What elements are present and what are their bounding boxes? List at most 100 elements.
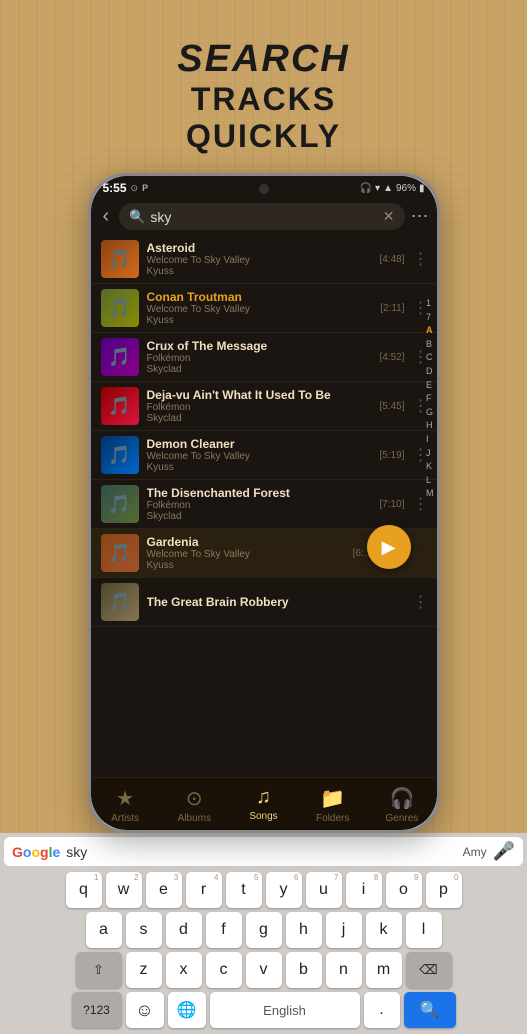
key-a[interactable]: a — [86, 912, 122, 948]
track-title: Asteroid — [147, 241, 372, 255]
period-key[interactable]: . — [364, 992, 400, 1028]
more-options-button[interactable]: ⋯ — [411, 206, 429, 227]
songs-icon: ♫ — [256, 786, 271, 809]
back-button[interactable]: ‹ — [99, 203, 114, 230]
globe-key[interactable]: 🌐 — [168, 992, 206, 1028]
key-k[interactable]: k — [366, 912, 402, 948]
status-time: 5:55 — [103, 181, 127, 195]
track-more-button[interactable]: ⋮ — [413, 249, 429, 269]
track-thumbnail: 🎵 — [101, 338, 139, 376]
side-index: 1 7 A B C D E F G H I J K L M — [423, 295, 437, 502]
nav-folders[interactable]: 📁 Folders — [298, 784, 367, 826]
key-t[interactable]: 5t — [226, 872, 262, 908]
search-icon: 🔍 — [129, 209, 145, 225]
track-thumbnail: 🎵 — [101, 436, 139, 474]
nav-artists[interactable]: ★ Artists — [91, 784, 160, 826]
key-h[interactable]: h — [286, 912, 322, 948]
key-j[interactable]: j — [326, 912, 362, 948]
key-y[interactable]: 6y — [266, 872, 302, 908]
key-w[interactable]: 2w — [106, 872, 142, 908]
track-artist: Kyuss — [147, 560, 345, 571]
track-album: Folkémon — [147, 500, 372, 511]
track-album: Folkémon — [147, 353, 372, 364]
keyboard-search-bar: Google sky Amy 🎤 — [4, 837, 523, 866]
key-e[interactable]: 3e — [146, 872, 182, 908]
track-title: Deja-vu Ain't What It Used To Be — [147, 388, 372, 402]
key-g[interactable]: g — [246, 912, 282, 948]
track-item[interactable]: 🎵 The Disenchanted Forest Folkémon Skycl… — [91, 480, 437, 529]
key-f[interactable]: f — [206, 912, 242, 948]
folders-icon: 📁 — [320, 786, 345, 811]
key-o[interactable]: 9o — [386, 872, 422, 908]
nav-genres[interactable]: 🎧 Genres — [367, 784, 436, 826]
track-thumbnail: 🎵 — [101, 583, 139, 621]
key-v[interactable]: v — [246, 952, 282, 988]
space-key[interactable]: English — [210, 992, 360, 1028]
keyboard-search-text: sky — [66, 844, 456, 860]
track-thumbnail: 🎵 — [101, 240, 139, 278]
battery-percentage: 96% — [396, 183, 416, 194]
track-item[interactable]: 🎵 Gardenia Welcome To Sky Valley Kyuss [… — [91, 529, 437, 578]
status-bar: 5:55 ⊙ P 🎧 ▾ ▲ 96% ▮ — [91, 176, 437, 198]
microphone-icon[interactable]: 🎤 — [493, 841, 515, 862]
artists-icon: ★ — [116, 786, 134, 811]
track-artist: Skyclad — [147, 364, 372, 375]
key-r[interactable]: 4r — [186, 872, 222, 908]
track-thumbnail: 🎵 — [101, 534, 139, 572]
backspace-key[interactable]: ⌫ — [406, 952, 452, 988]
bottom-nav: ★ Artists ⊙ Albums ♫ Songs 📁 Folders 🎧 G… — [91, 777, 437, 830]
track-item[interactable]: 🎵 The Great Brain Robbery ⋮ — [91, 578, 437, 627]
emoji-key[interactable]: ☺ — [126, 992, 164, 1028]
nav-albums-label: Albums — [178, 813, 211, 824]
key-q[interactable]: 1q — [66, 872, 102, 908]
search-input-container[interactable]: 🔍 sky ✕ — [119, 203, 404, 230]
key-u[interactable]: 7u — [306, 872, 342, 908]
shift-key[interactable]: ⇧ — [76, 952, 122, 988]
track-album: Welcome To Sky Valley — [147, 549, 345, 560]
nav-songs[interactable]: ♫ Songs — [229, 784, 298, 826]
search-query: sky — [150, 209, 377, 225]
genres-icon: 🎧 — [389, 786, 414, 811]
track-artist: Kyuss — [147, 315, 373, 326]
keyboard-rows: 1q 2w 3e 4r 5t 6y 7u 8i 9o 0p a s d f g … — [0, 870, 527, 1034]
track-duration: [5:19] — [379, 450, 404, 461]
keyboard-row-1: 1q 2w 3e 4r 5t 6y 7u 8i 9o 0p — [2, 872, 525, 908]
track-artist: Kyuss — [147, 266, 372, 277]
key-l[interactable]: l — [406, 912, 442, 948]
search-action-key[interactable]: 🔍 — [404, 992, 456, 1028]
track-item[interactable]: 🎵 Conan Troutman Welcome To Sky Valley K… — [91, 284, 437, 333]
track-list: 1 7 A B C D E F G H I J K L M 🎵 Astero — [91, 235, 437, 777]
track-thumbnail: 🎵 — [101, 387, 139, 425]
key-m[interactable]: m — [366, 952, 402, 988]
signal-icon: ▲ — [383, 183, 393, 194]
key-n[interactable]: n — [326, 952, 362, 988]
track-artist: Skyclad — [147, 511, 372, 522]
track-item[interactable]: 🎵 Demon Cleaner Welcome To Sky Valley Ky… — [91, 431, 437, 480]
track-thumbnail: 🎵 — [101, 289, 139, 327]
key-x[interactable]: x — [166, 952, 202, 988]
track-duration: [4:48] — [379, 254, 404, 265]
status-p-icon: P — [142, 183, 148, 193]
key-b[interactable]: b — [286, 952, 322, 988]
track-more-button[interactable]: ⋮ — [413, 592, 429, 612]
play-button[interactable]: ▶ — [367, 525, 411, 569]
track-item[interactable]: 🎵 Asteroid Welcome To Sky Valley Kyuss [… — [91, 235, 437, 284]
keyboard-row-3: ⇧ z x c v b n m ⌫ — [2, 952, 525, 988]
track-item[interactable]: 🎵 Crux of The Message Folkémon Skyclad [… — [91, 333, 437, 382]
track-title: Gardenia — [147, 535, 345, 549]
numbers-key[interactable]: ?123 — [72, 992, 122, 1028]
key-z[interactable]: z — [126, 952, 162, 988]
nav-albums[interactable]: ⊙ Albums — [160, 784, 229, 826]
nav-songs-label: Songs — [249, 811, 277, 822]
key-c[interactable]: c — [206, 952, 242, 988]
track-item[interactable]: 🎵 Deja-vu Ain't What It Used To Be Folké… — [91, 382, 437, 431]
key-s[interactable]: s — [126, 912, 162, 948]
track-album: Welcome To Sky Valley — [147, 255, 372, 266]
key-d[interactable]: d — [166, 912, 202, 948]
track-duration: [7:10] — [379, 499, 404, 510]
search-bar: ‹ 🔍 sky ✕ ⋯ — [91, 198, 437, 235]
key-i[interactable]: 8i — [346, 872, 382, 908]
wifi-icon: ▾ — [375, 183, 380, 194]
key-p[interactable]: 0p — [426, 872, 462, 908]
search-clear-button[interactable]: ✕ — [383, 208, 395, 225]
